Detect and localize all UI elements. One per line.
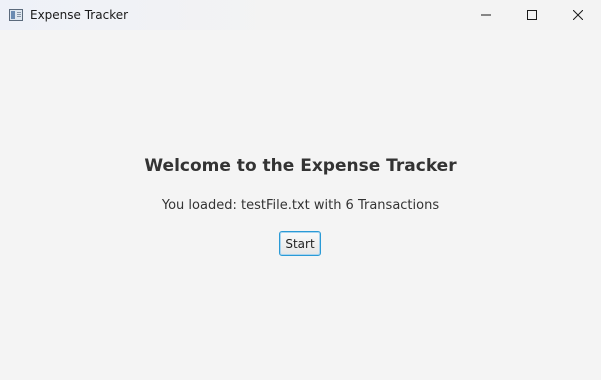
welcome-heading: Welcome to the Expense Tracker (144, 156, 457, 176)
app-window: Expense Tracker Welcome to the Expense T… (0, 0, 601, 380)
app-icon (9, 9, 23, 21)
maximize-button[interactable] (509, 0, 555, 30)
main-content: Welcome to the Expense Tracker You loade… (0, 30, 601, 380)
close-icon (573, 10, 583, 20)
maximize-icon (527, 10, 537, 20)
window-controls (463, 0, 601, 30)
minimize-icon (481, 14, 491, 16)
start-button[interactable]: Start (279, 231, 321, 256)
window-title: Expense Tracker (30, 8, 129, 22)
loaded-file-message: You loaded: testFile.txt with 6 Transact… (161, 198, 440, 213)
title-bar[interactable]: Expense Tracker (0, 0, 601, 30)
minimize-button[interactable] (463, 0, 509, 30)
close-button[interactable] (555, 0, 601, 30)
